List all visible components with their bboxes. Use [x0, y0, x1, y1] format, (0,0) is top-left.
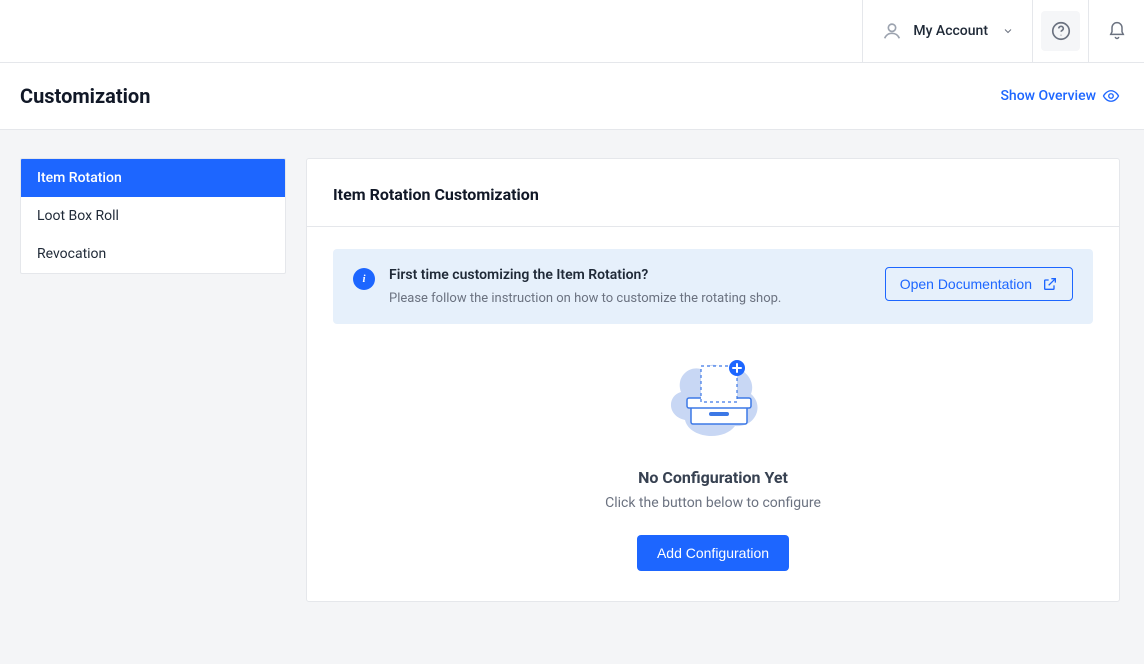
help-icon [1050, 20, 1072, 42]
panel-title: Item Rotation Customization [333, 185, 1093, 204]
info-banner: i First time customizing the Item Rotati… [333, 249, 1093, 324]
sidebar-item-revocation[interactable]: Revocation [21, 235, 285, 273]
sidebar-item-loot-box-roll[interactable]: Loot Box Roll [21, 197, 285, 235]
user-icon [881, 20, 903, 42]
sidebar-item-item-rotation[interactable]: Item Rotation [21, 159, 285, 197]
info-banner-title: First time customizing the Item Rotation… [389, 267, 781, 283]
title-bar: Customization Show Overview [0, 63, 1144, 130]
workspace: Item Rotation Loot Box Roll Revocation I… [0, 130, 1144, 664]
page-title: Customization [20, 84, 150, 108]
empty-state: No Configuration Yet Click the button be… [333, 352, 1093, 571]
panel-body: i First time customizing the Item Rotati… [307, 227, 1119, 601]
external-link-icon [1042, 276, 1058, 292]
empty-illustration-icon [643, 352, 783, 452]
info-icon: i [353, 268, 375, 290]
chevron-down-icon [1002, 25, 1014, 37]
sidebar-item-label: Revocation [37, 246, 106, 262]
panel-header: Item Rotation Customization [307, 159, 1119, 227]
add-configuration-label: Add Configuration [657, 545, 769, 561]
help-button[interactable] [1032, 0, 1088, 62]
main-panel: Item Rotation Customization i First time… [306, 158, 1120, 602]
show-overview-link[interactable]: Show Overview [1000, 87, 1120, 105]
bell-icon [1107, 21, 1127, 41]
account-label: My Account [913, 23, 988, 39]
sidebar-item-label: Loot Box Roll [37, 208, 119, 224]
top-bar: My Account [0, 0, 1144, 63]
info-banner-description: Please follow the instruction on how to … [389, 291, 781, 306]
open-documentation-button[interactable]: Open Documentation [885, 267, 1073, 301]
open-documentation-label: Open Documentation [900, 276, 1032, 292]
add-configuration-button[interactable]: Add Configuration [637, 535, 789, 571]
notifications-button[interactable] [1088, 0, 1144, 62]
account-menu[interactable]: My Account [862, 0, 1032, 62]
eye-icon [1102, 87, 1120, 105]
sidebar: Item Rotation Loot Box Roll Revocation [20, 158, 286, 274]
empty-state-description: Click the button below to configure [605, 495, 821, 511]
sidebar-item-label: Item Rotation [37, 170, 122, 186]
empty-state-title: No Configuration Yet [638, 468, 788, 487]
show-overview-label: Show Overview [1000, 88, 1096, 104]
